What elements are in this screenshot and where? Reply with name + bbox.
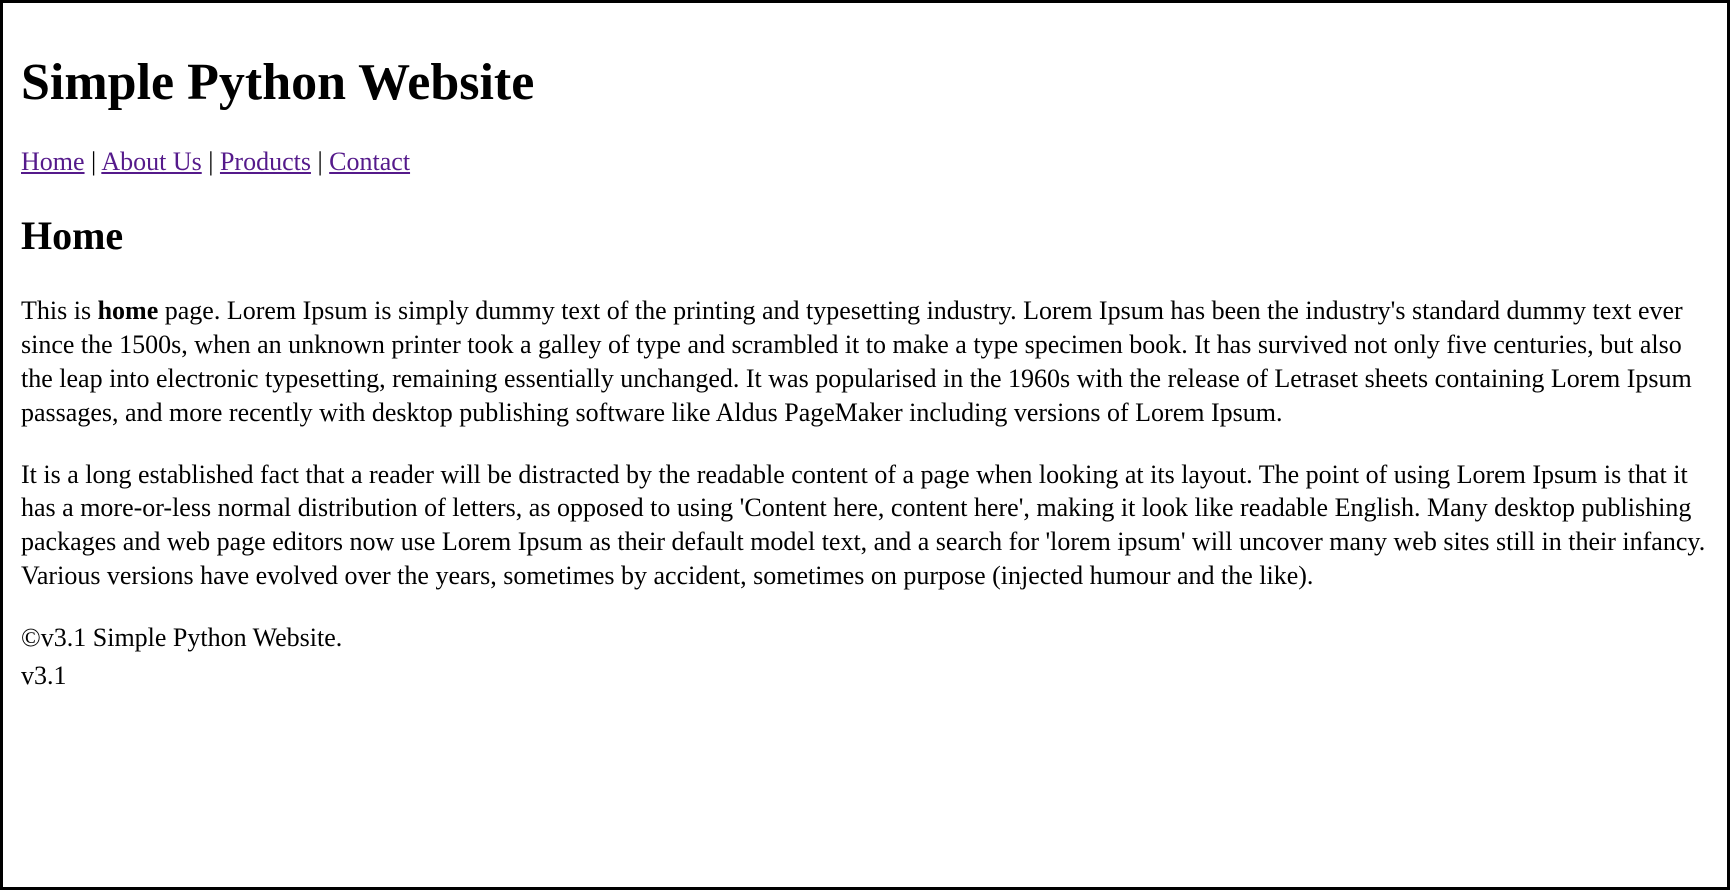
nav-link-home[interactable]: Home — [21, 147, 85, 176]
intro-paragraph-2: It is a long established fact that a rea… — [21, 458, 1709, 593]
footer-copyright: ©v3.1 Simple Python Website. — [21, 621, 1709, 655]
nav-separator: | — [311, 147, 329, 176]
section-heading: Home — [21, 210, 1709, 262]
nav-separator: | — [202, 147, 220, 176]
intro-prefix: This is — [21, 296, 98, 325]
page-title: Simple Python Website — [21, 49, 1709, 117]
intro-bold-word: home — [98, 296, 159, 325]
nav-link-products[interactable]: Products — [220, 147, 311, 176]
nav-separator: | — [85, 147, 102, 176]
intro-rest: page. Lorem Ipsum is simply dummy text o… — [21, 296, 1692, 426]
nav-link-contact[interactable]: Contact — [329, 147, 410, 176]
intro-paragraph-1: This is home page. Lorem Ipsum is simply… — [21, 294, 1709, 429]
nav-link-about[interactable]: About Us — [101, 147, 201, 176]
footer-version: v3.1 — [21, 659, 1709, 693]
main-nav: Home | About Us | Products | Contact — [21, 145, 1709, 179]
